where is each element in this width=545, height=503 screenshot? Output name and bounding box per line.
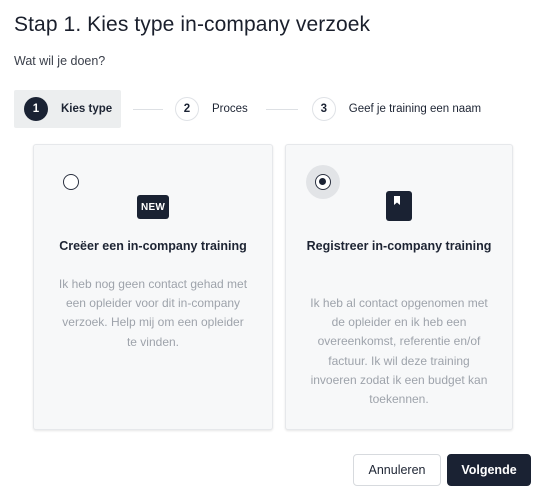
page-subtitle: Wat wil je doen? [14, 54, 106, 68]
step-connector [133, 108, 163, 110]
step-naam[interactable]: 3 Geef je training een naam [311, 90, 482, 128]
option-description: Ik heb nog geen contact gehad met een op… [58, 277, 248, 349]
option-description: Ik heb al contact opgenomen met de oplei… [310, 296, 488, 407]
step-label: Proces [212, 103, 248, 115]
radio-selected-dot [319, 178, 326, 185]
next-button[interactable]: Volgende [447, 454, 531, 486]
radio-register-highlight[interactable] [306, 165, 340, 199]
stepper: 1 Kies type 2 Proces 3 Geef je training … [14, 90, 481, 128]
radio-register[interactable] [315, 174, 331, 190]
radio-create[interactable] [63, 174, 79, 190]
cancel-button[interactable]: Annuleren [353, 454, 441, 486]
option-card-create[interactable]: NEW Creëer een in-company training Ik he… [33, 144, 273, 430]
page-title: Stap 1. Kies type in-company verzoek [14, 13, 371, 36]
step-label: Kies type [61, 103, 113, 115]
new-badge-icon: NEW [137, 195, 169, 219]
step-number: 2 [175, 97, 199, 121]
step-number: 1 [24, 97, 48, 121]
step-proces[interactable]: 2 Proces [175, 90, 248, 128]
option-title: Creëer een in-company training [59, 239, 247, 253]
step-kies-type[interactable]: 1 Kies type [14, 90, 121, 128]
option-title: Registreer in-company training [306, 239, 492, 253]
step-connector [265, 108, 298, 110]
book-icon [386, 191, 412, 221]
option-card-register[interactable]: Registreer in-company training Ik heb al… [285, 144, 513, 430]
step-label: Geef je training een naam [348, 103, 482, 115]
step-number: 3 [311, 97, 336, 121]
